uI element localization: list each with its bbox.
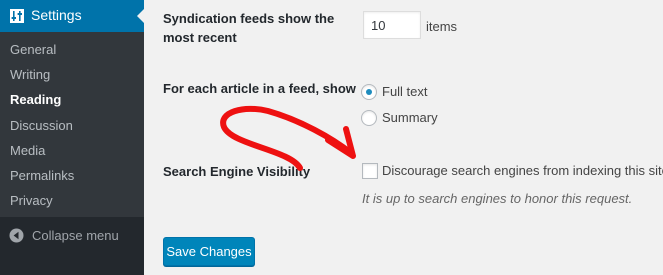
syndication-label-line1: Syndication feeds show the [163, 11, 335, 26]
reading-settings-form: Syndication feeds show the most recent i… [144, 0, 663, 275]
posts-per-rss-input[interactable] [363, 11, 421, 39]
collapse-menu-button[interactable]: Collapse menu [0, 224, 144, 248]
menu-settings[interactable]: Settings [0, 0, 144, 32]
settings-sliders-icon [10, 9, 24, 23]
summary-label[interactable]: Summary [382, 110, 438, 126]
summary-radio[interactable] [361, 110, 377, 126]
submenu-item-permalinks[interactable]: Permalinks [10, 168, 74, 184]
search-visibility-description: It is up to search engines to honor this… [362, 191, 633, 206]
submenu-item-general[interactable]: General [10, 42, 56, 58]
submenu-item-writing[interactable]: Writing [10, 67, 50, 83]
posts-per-rss-unit: items [426, 19, 458, 34]
collapse-menu-label: Collapse menu [32, 228, 119, 243]
submenu-item-privacy[interactable]: Privacy [10, 193, 53, 209]
collapse-left-icon [9, 228, 24, 243]
discourage-search-checkbox[interactable] [362, 163, 378, 179]
settings-submenu: General Writing Reading Discussion Media… [0, 32, 144, 217]
full-text-radio[interactable] [361, 84, 377, 100]
search-visibility-label: Search Engine Visibility [163, 164, 311, 179]
save-changes-button[interactable]: Save Changes [163, 237, 255, 266]
submenu-item-reading[interactable]: Reading [10, 92, 61, 108]
submenu-item-discussion[interactable]: Discussion [10, 118, 73, 134]
discourage-search-label[interactable]: Discourage search engines from indexing … [382, 163, 663, 179]
admin-sidebar: Settings General Writing Reading Discuss… [0, 0, 144, 275]
feed-article-label: For each article in a feed, show [163, 81, 356, 96]
full-text-label[interactable]: Full text [382, 84, 428, 100]
current-menu-pointer [137, 9, 144, 23]
syndication-label-line2: most recent [163, 30, 237, 45]
menu-settings-label: Settings [31, 7, 82, 23]
submenu-item-media[interactable]: Media [10, 143, 45, 159]
